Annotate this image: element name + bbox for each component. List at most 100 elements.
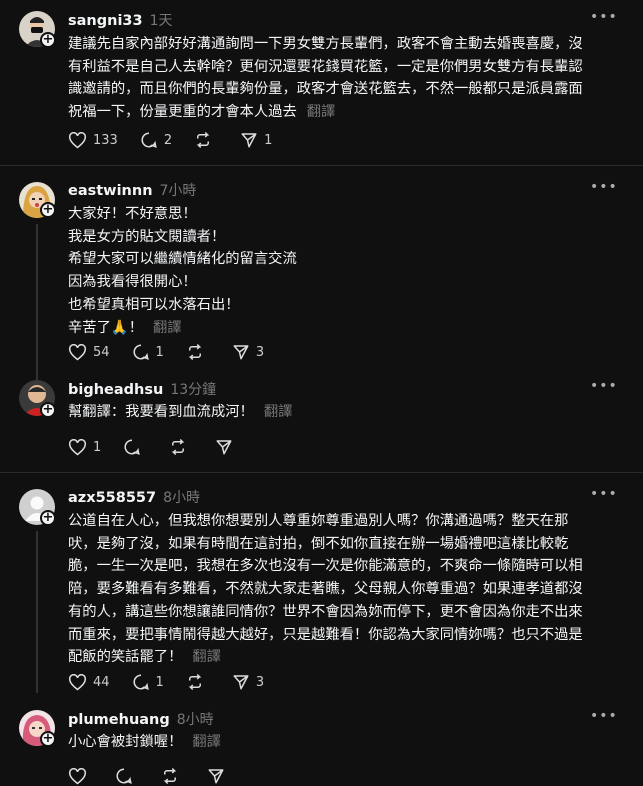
post-text: 幫翻譯：我要看到血流成河！ 翻譯 — [68, 401, 616, 424]
translate-link[interactable]: 翻譯 — [153, 320, 182, 336]
reply-button[interactable]: 1 — [132, 343, 164, 361]
reply-button[interactable]: 1 — [132, 673, 164, 691]
repost-button[interactable] — [186, 343, 210, 361]
text-line: 有利益不是自己人去幹啥？更何況還要花錢買花籃，一定是你們男女雙方有長輩認 — [68, 58, 583, 75]
username-text[interactable]: eastwinnn — [68, 183, 153, 199]
divider — [0, 472, 643, 473]
divider — [0, 165, 643, 166]
share-button[interactable]: 3 — [232, 343, 264, 361]
post-time: 13分鐘 — [170, 382, 217, 398]
post-text: 大家好！不好意思！ 我是女方的貼文閱讀者！ 希望大家可以繼續情緒化的留言交流 因… — [68, 203, 616, 339]
translate-link[interactable]: 翻譯 — [264, 404, 293, 420]
text-line: 陪，要多難看有多難看，不然就大家走著瞧，父母親人你尊重過？如果連孝道都沒 — [68, 581, 583, 598]
follow-plus-icon[interactable]: + — [40, 731, 56, 747]
like-count: 133 — [93, 132, 118, 148]
text-line: 脆，一生一次是吧，我想在多次也沒有一次是你能滿意的，不爽命一條隨時可以相 — [68, 558, 583, 575]
follow-plus-icon[interactable]: + — [40, 402, 56, 418]
username-text[interactable]: bigheadhsu — [68, 382, 163, 398]
post-text: 小心會被封鎖喔！ 翻譯 — [68, 731, 616, 754]
translate-link[interactable]: 翻譯 — [307, 104, 336, 120]
repost-button[interactable] — [169, 438, 193, 456]
action-bar: 133 2 1 — [68, 130, 294, 150]
like-count: 44 — [93, 674, 110, 690]
text-line: 公道自在人心，但我想你想要別人尊重妳尊重過別人嗎？你溝通過嗎？整天在那 — [68, 513, 569, 529]
post-time: 7小時 — [159, 183, 197, 199]
share-button[interactable] — [215, 438, 239, 456]
reply-count: 1 — [155, 344, 164, 360]
share-count: 1 — [264, 132, 273, 148]
text-line: 吠，是夠了沒，如果有時間在這討拍，倒不如你直接在辦一場婚禮吧這樣比較乾 — [68, 535, 569, 552]
reply-button[interactable] — [115, 767, 139, 785]
heart-icon — [68, 343, 87, 360]
username[interactable]: plumehuang 8小時 — [68, 709, 214, 729]
username[interactable]: azx558557 8小時 — [68, 487, 200, 507]
more-options-icon[interactable]: ••• — [590, 486, 618, 502]
comment-icon — [116, 768, 132, 784]
text-line: 識邀請的，而且你們的長輩夠份量，政客才會送花籃去，不然一般都只是派員露面 — [68, 81, 583, 98]
send-icon — [233, 675, 249, 690]
like-button[interactable]: 54 — [68, 343, 110, 361]
reply-button[interactable]: 2 — [140, 131, 172, 149]
text-line: 建議先自家內部好好溝通詢問一下男女雙方長輩們，政客不會主動去婚喪喜慶，沒 — [68, 36, 583, 52]
action-bar: 54 1 3 — [68, 342, 286, 362]
text-line: 我是女方的貼文閱讀者！ — [68, 228, 226, 245]
reply-count: 1 — [155, 674, 164, 690]
action-bar — [68, 766, 253, 786]
translate-link[interactable]: 翻譯 — [192, 734, 221, 750]
repost-icon — [163, 767, 177, 785]
action-bar: 44 1 3 — [68, 672, 286, 692]
repost-button[interactable] — [161, 767, 185, 785]
repost-icon — [196, 131, 210, 149]
repost-button[interactable] — [186, 673, 210, 691]
repost-icon — [188, 343, 202, 361]
share-count: 3 — [255, 674, 265, 690]
translate-link[interactable]: 翻譯 — [192, 649, 221, 665]
more-options-icon[interactable]: ••• — [590, 179, 618, 195]
heart-icon — [68, 767, 87, 784]
username[interactable]: sangni33 1天 — [68, 10, 173, 30]
follow-plus-icon[interactable]: + — [40, 32, 56, 48]
action-bar: 1 — [68, 437, 261, 457]
send-icon — [208, 769, 224, 784]
text-line: 希望大家可以繼續情緒化的留言交流 — [68, 251, 297, 268]
like-button[interactable]: 133 — [68, 131, 118, 149]
follow-plus-icon[interactable]: + — [40, 202, 56, 218]
text-line: 有的人，講這些你想讓誰同情你？世界不會因為妳而停下，更不會因為你走不出來 — [68, 603, 583, 620]
share-button[interactable]: 1 — [240, 131, 272, 149]
text-line: 配飯的笑話罷了！ — [68, 649, 183, 666]
repost-button[interactable] — [194, 131, 218, 149]
like-button[interactable]: 1 — [68, 438, 101, 456]
reply-count: 2 — [163, 132, 173, 148]
more-options-icon[interactable]: ••• — [590, 708, 618, 724]
reply-button[interactable] — [123, 438, 147, 456]
thread-line — [36, 224, 38, 380]
text-line: 而重來，要把事情鬧得越大越好，只是越難看！你認為大家同情妳嗎？也只不過是 — [68, 626, 583, 643]
comment-icon — [141, 132, 157, 148]
thread-line — [36, 531, 38, 693]
send-icon — [216, 440, 232, 455]
repost-icon — [188, 673, 202, 691]
heart-icon — [68, 673, 87, 690]
heart-icon — [68, 131, 87, 148]
text-line: 辛苦了🙏！ — [68, 319, 143, 336]
text-line: 幫翻譯：我要看到血流成河！ — [68, 404, 254, 420]
more-options-icon[interactable]: ••• — [590, 378, 618, 394]
share-button[interactable]: 3 — [232, 673, 264, 691]
username[interactable]: eastwinnn 7小時 — [68, 180, 196, 200]
comment-icon — [133, 344, 149, 360]
username[interactable]: bigheadhsu 13分鐘 — [68, 379, 216, 399]
share-count: 3 — [255, 344, 265, 360]
post-time: 8小時 — [163, 490, 201, 506]
username-text[interactable]: azx558557 — [68, 490, 156, 506]
text-line: 小心會被封鎖喔！ — [68, 734, 183, 750]
post-time: 1天 — [149, 13, 173, 29]
username-text[interactable]: plumehuang — [68, 712, 170, 728]
more-options-icon[interactable]: ••• — [590, 9, 618, 25]
comment-icon — [133, 674, 149, 690]
like-button[interactable] — [68, 767, 93, 785]
post-text: 建議先自家內部好好溝通詢問一下男女雙方長輩們，政客不會主動去婚喪喜慶，沒 有利益… — [68, 33, 616, 124]
like-button[interactable]: 44 — [68, 673, 110, 691]
username-text[interactable]: sangni33 — [68, 13, 143, 29]
follow-plus-icon[interactable]: + — [40, 510, 56, 526]
share-button[interactable] — [207, 767, 231, 785]
